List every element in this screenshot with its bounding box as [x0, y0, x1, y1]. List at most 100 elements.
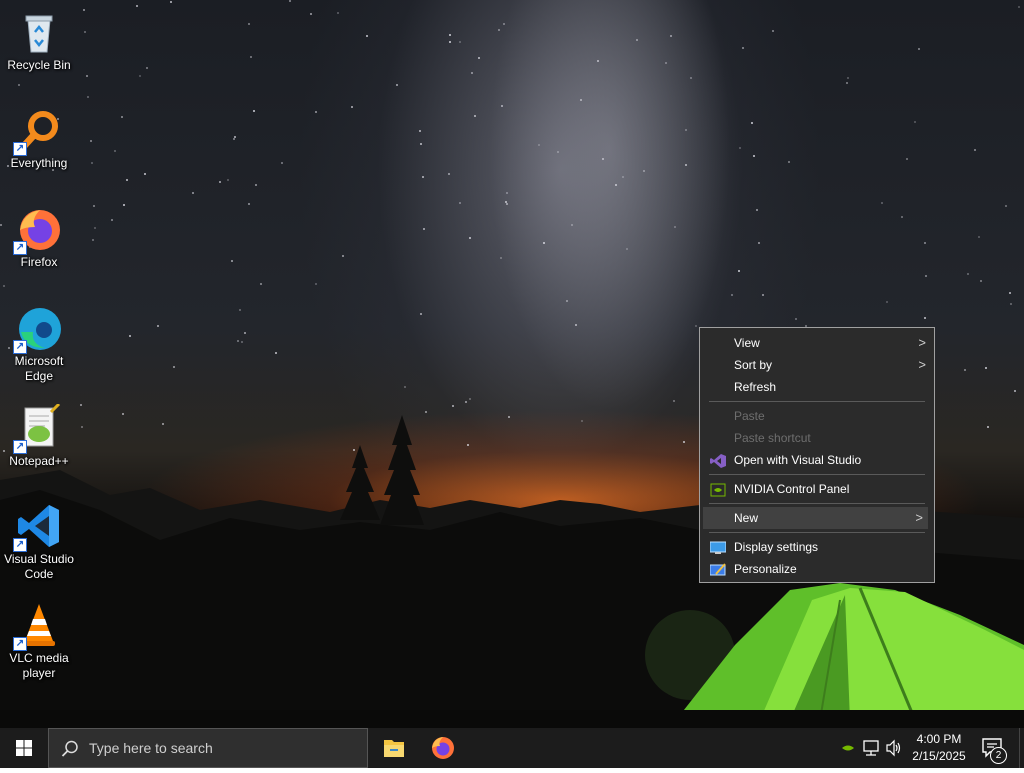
- star: [121, 116, 123, 118]
- menu-item-view[interactable]: View >: [700, 332, 934, 354]
- star: [275, 352, 277, 354]
- star: [237, 340, 239, 342]
- tray-nvidia-button[interactable]: [838, 728, 858, 768]
- menu-item-label: Display settings: [734, 540, 819, 554]
- star: [626, 248, 628, 250]
- taskbar-search-box[interactable]: Type here to search: [48, 728, 368, 768]
- menu-item-label: Sort by: [734, 358, 773, 372]
- clock-date: 2/15/2025: [912, 749, 966, 763]
- desktop-icon-label: Visual Studio Code: [4, 552, 74, 581]
- menu-item-nvidia-control-panel[interactable]: NVIDIA Control Panel: [700, 478, 934, 500]
- star: [758, 242, 760, 244]
- star: [846, 82, 848, 84]
- menu-item-refresh[interactable]: Refresh: [700, 376, 934, 398]
- menu-item-new[interactable]: New >: [703, 507, 928, 529]
- desktop-icon-recycle-bin[interactable]: Recycle Bin: [2, 8, 76, 73]
- recycle-bin-icon: [15, 8, 63, 56]
- star: [422, 176, 424, 178]
- star: [597, 60, 599, 62]
- star: [248, 203, 250, 205]
- clock-time: 4:00 PM: [916, 732, 962, 746]
- star: [978, 236, 980, 238]
- star: [924, 242, 926, 244]
- star: [84, 31, 86, 33]
- star: [233, 138, 235, 140]
- star: [144, 173, 146, 175]
- menu-item-personalize[interactable]: Personalize: [700, 558, 934, 580]
- menu-item-sort-by[interactable]: Sort by >: [700, 354, 934, 376]
- star: [685, 129, 687, 131]
- star: [173, 366, 175, 368]
- star: [459, 41, 461, 43]
- star: [670, 35, 672, 37]
- start-button[interactable]: [0, 728, 48, 768]
- desktop-icon-vscode[interactable]: ↗ Visual Studio Code: [2, 502, 76, 582]
- desktop-icon-edge[interactable]: ↗ Microsoft Edge: [2, 304, 76, 384]
- star: [1009, 292, 1011, 294]
- star: [136, 5, 138, 7]
- edge-icon: ↗: [13, 304, 63, 354]
- star: [219, 181, 221, 183]
- star: [753, 155, 755, 157]
- menu-item-display-settings[interactable]: Display settings: [700, 536, 934, 558]
- star: [123, 204, 125, 206]
- taskbar: Type here to search 4:00 PM 2/15/2025 2: [0, 728, 1024, 768]
- star: [674, 226, 676, 228]
- menu-item-label: View: [734, 336, 760, 350]
- shortcut-arrow-icon: ↗: [13, 241, 27, 255]
- shortcut-arrow-icon: ↗: [13, 142, 27, 156]
- star: [580, 99, 582, 101]
- taskbar-firefox-button[interactable]: [419, 728, 467, 768]
- star: [366, 35, 368, 37]
- desktop-icon-label: Firefox: [20, 255, 58, 269]
- star: [342, 255, 344, 257]
- star: [503, 23, 505, 25]
- display-settings-icon: [709, 540, 727, 554]
- star: [1014, 390, 1016, 392]
- star: [636, 39, 638, 41]
- star: [731, 294, 733, 296]
- visual-studio-icon: [710, 453, 726, 468]
- taskbar-file-explorer-button[interactable]: [370, 728, 418, 768]
- star: [967, 273, 969, 275]
- star: [615, 184, 617, 186]
- desktop-context-menu: View > Sort by > Refresh Paste Paste sho…: [699, 327, 935, 583]
- desktop-icon-vlc[interactable]: ↗ VLC media player: [2, 601, 76, 681]
- star: [739, 147, 741, 149]
- star: [423, 228, 425, 230]
- tray-network-button[interactable]: [861, 728, 881, 768]
- star: [255, 184, 257, 186]
- star: [1010, 303, 1012, 305]
- menu-separator: [709, 503, 925, 504]
- menu-item-paste: Paste: [700, 405, 934, 427]
- desktop-icon-firefox[interactable]: ↗ Firefox: [2, 205, 76, 270]
- star: [448, 173, 450, 175]
- star: [756, 209, 758, 211]
- star: [506, 203, 508, 205]
- nvidia-tray-icon: [842, 745, 854, 751]
- search-icon: [61, 740, 78, 757]
- star: [738, 270, 740, 272]
- star: [690, 77, 692, 79]
- star: [795, 318, 797, 320]
- star: [449, 41, 451, 43]
- star: [788, 161, 790, 163]
- star: [253, 110, 255, 112]
- show-desktop-button[interactable]: [1019, 728, 1024, 768]
- star: [471, 72, 473, 74]
- taskbar-clock[interactable]: 4:00 PM 2/15/2025: [900, 731, 978, 765]
- star: [500, 257, 502, 259]
- menu-item-open-with-visual-studio[interactable]: Open with Visual Studio: [700, 449, 934, 471]
- star: [396, 84, 398, 86]
- desktop-icon-everything[interactable]: ↗ Everything: [2, 106, 76, 171]
- star: [449, 34, 451, 36]
- star: [129, 335, 131, 337]
- star: [404, 386, 406, 388]
- star: [419, 130, 421, 132]
- star: [459, 202, 461, 204]
- desktop-icon-notepad-plus-plus[interactable]: ↗ Notepad++: [2, 402, 76, 469]
- chevron-right-icon: >: [918, 357, 926, 372]
- star: [665, 62, 667, 64]
- search-placeholder: Type here to search: [89, 740, 213, 756]
- star: [310, 13, 312, 15]
